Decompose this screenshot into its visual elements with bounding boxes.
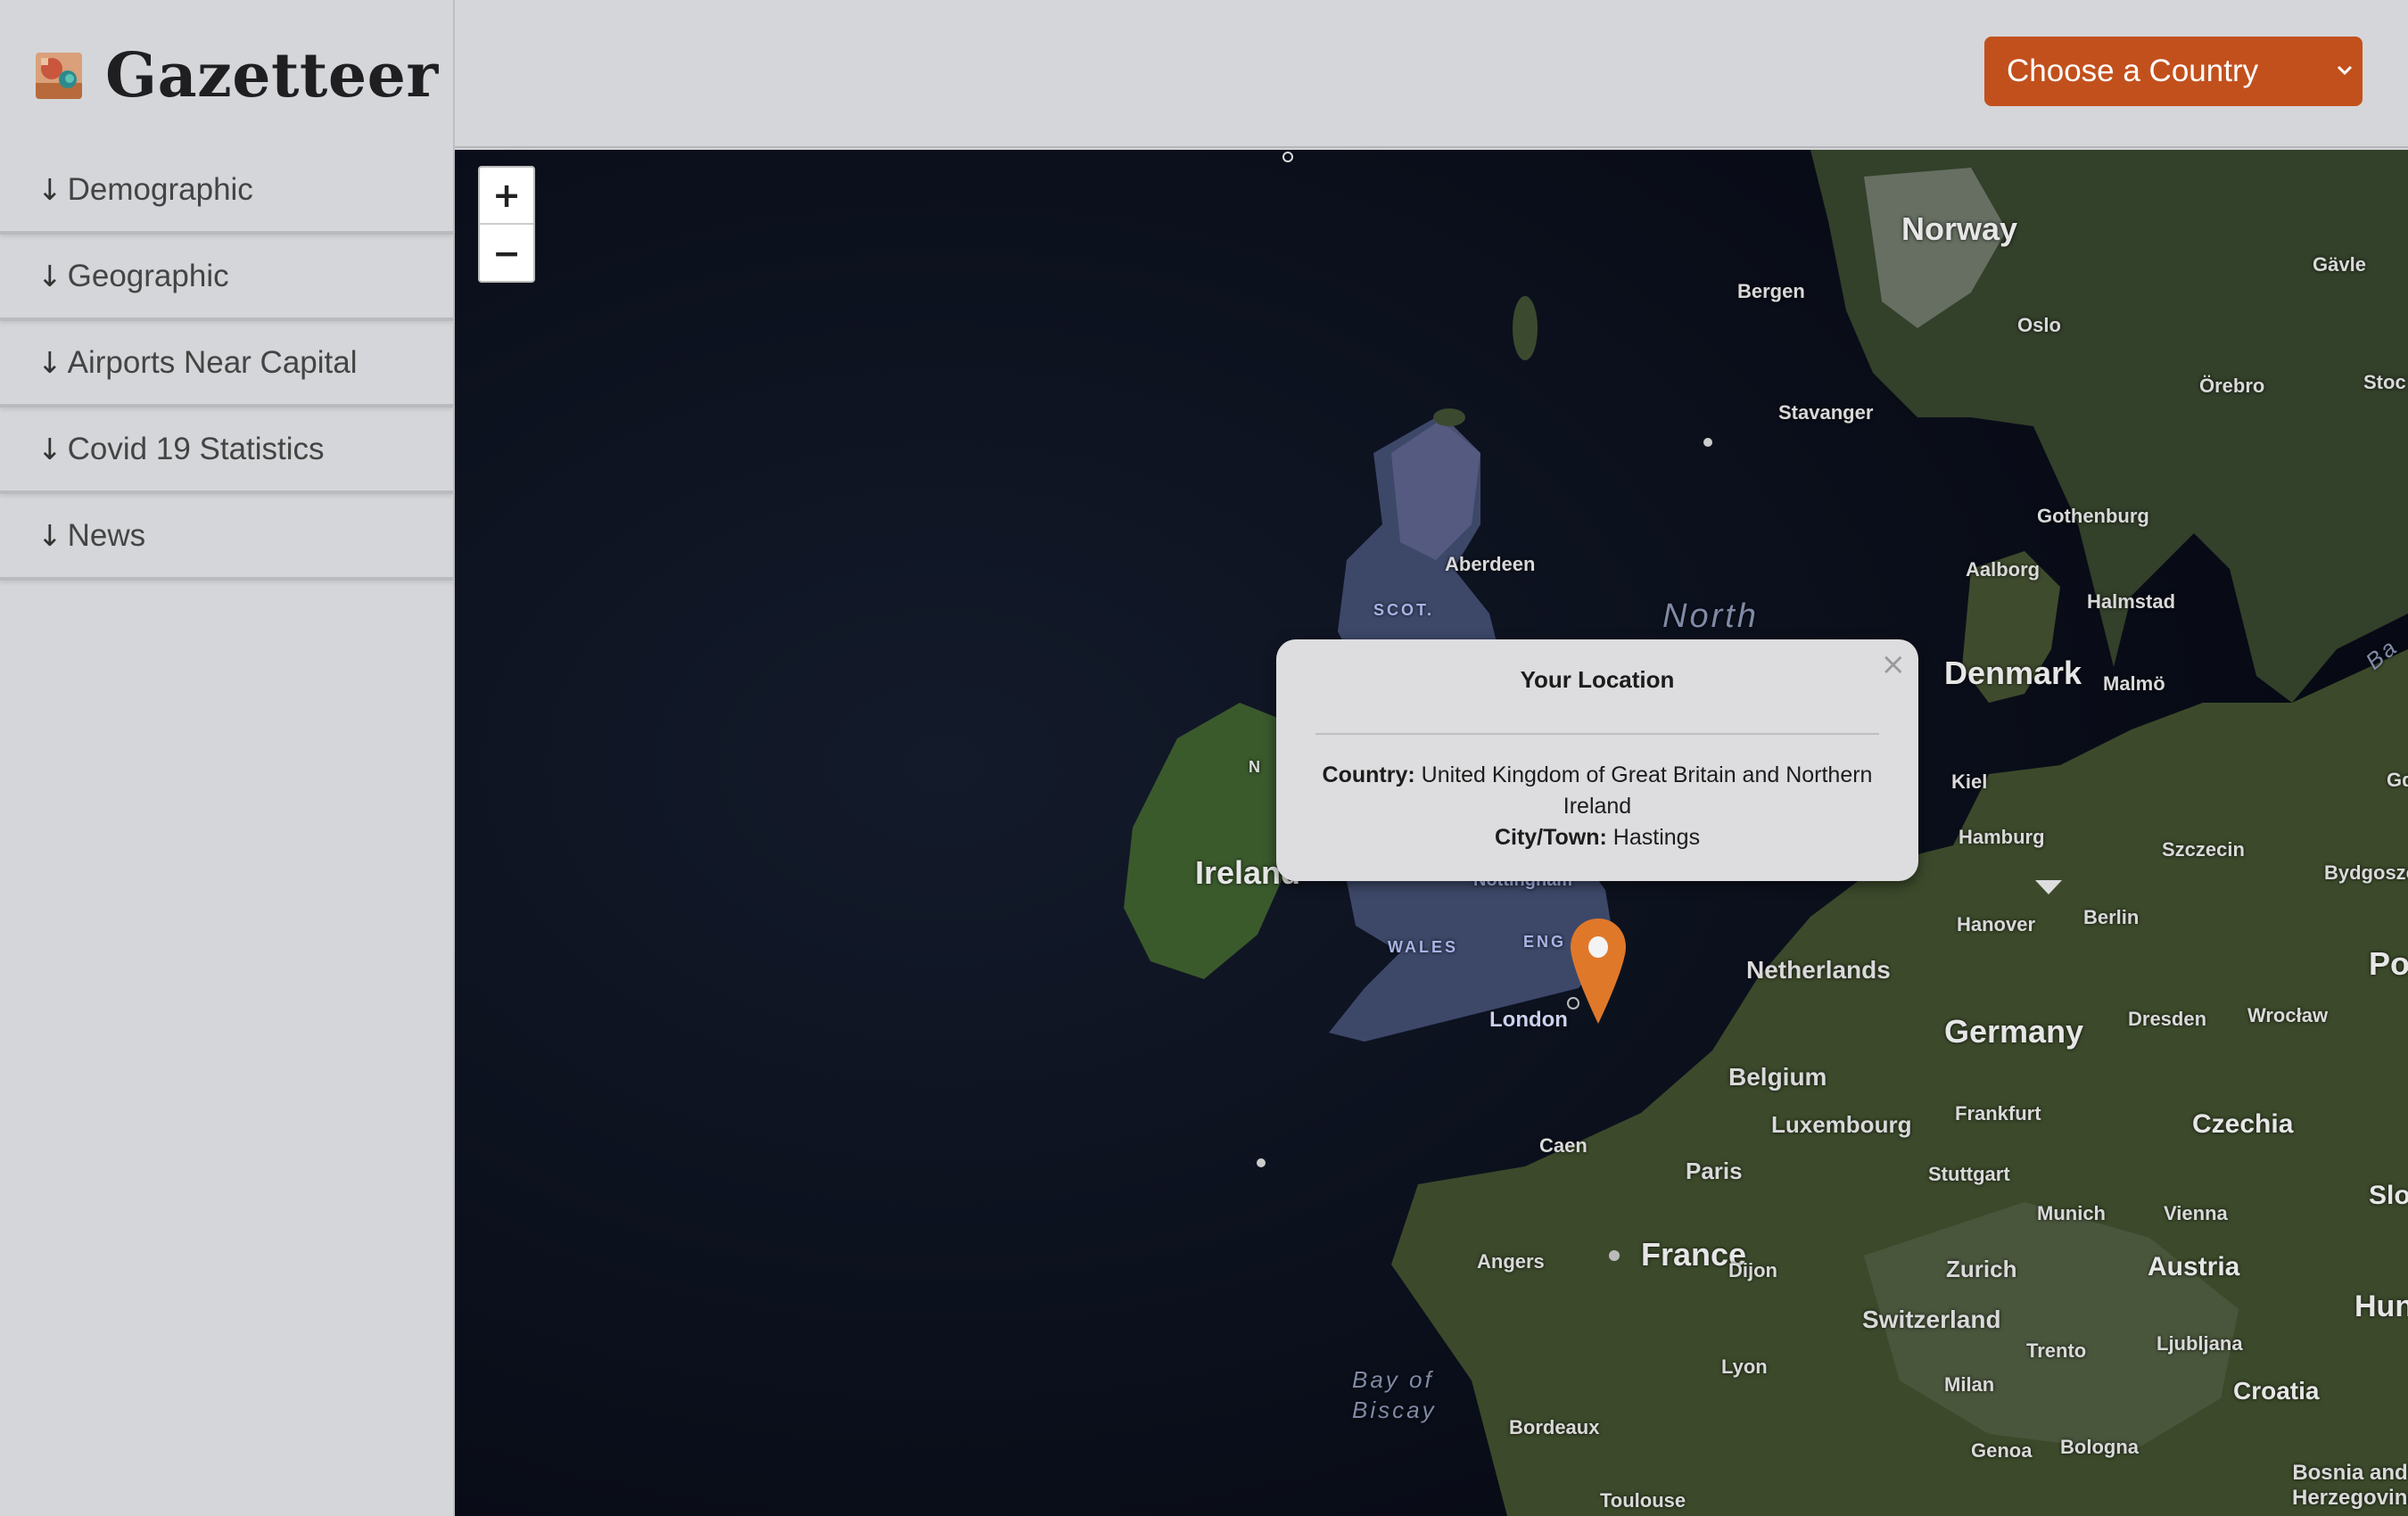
map-label-trento: Trento: [2026, 1339, 2087, 1362]
map-label-austria: Austria: [2148, 1252, 2240, 1281]
map-label-aberdeen: Aberdeen: [1445, 553, 1536, 575]
map-label-stoc: Stoc: [2363, 371, 2406, 393]
map-label-gdansk: Gdansk: [2387, 769, 2408, 791]
country-label: Country:: [1322, 762, 1415, 787]
map-label-czechia: Czechia: [2192, 1109, 2294, 1139]
map-label-norway: Norway: [1901, 210, 2018, 247]
popup-divider: [1315, 733, 1879, 735]
map-label-biscay: Biscay: [1352, 1397, 1437, 1423]
sidebar-item-geographic[interactable]: ↓ Geographic: [0, 235, 453, 321]
map-label-bydgoszcz: Bydgoszcz: [2324, 861, 2408, 884]
map-label-croatia: Croatia: [2233, 1377, 2320, 1405]
map-label-bordeaux: Bordeaux: [1509, 1416, 1600, 1438]
map-label-belgium: Belgium: [1728, 1063, 1827, 1091]
arrow-down-icon: ↓: [37, 172, 62, 207]
map-label-eng: ENG: [1523, 933, 1567, 951]
arrow-down-icon: ↓: [37, 518, 62, 553]
sidebar-item-label: Covid 19 Statistics: [67, 431, 325, 466]
sidebar-item-label: Demographic: [67, 171, 253, 207]
map-label-genoa: Genoa: [1971, 1439, 2033, 1462]
map-label-stavanger: Stavanger: [1778, 401, 1874, 424]
map-label-munich: Munich: [2037, 1202, 2106, 1224]
map-label-switzerland: Switzerland: [1862, 1306, 2001, 1333]
map-label-vienna: Vienna: [2164, 1202, 2228, 1224]
map-label-london: London: [1489, 1008, 1568, 1032]
map-label-netherlands: Netherlands: [1746, 956, 1891, 984]
globe-logo-icon: [36, 53, 82, 99]
map-label-wroclaw: Wrocław: [2247, 1004, 2329, 1026]
map-label-toulouse: Toulouse: [1600, 1489, 1686, 1512]
map-label-north-sea: North: [1662, 597, 1759, 635]
map-label-gavle: Gävle: [2313, 253, 2366, 276]
map-label-gothenburg: Gothenburg: [2037, 505, 2149, 527]
popup-body: Country: United Kingdom of Great Britain…: [1303, 760, 1892, 853]
map-label-zurich: Zurich: [1946, 1256, 2017, 1282]
country-select-value: Choose a Country: [2007, 54, 2259, 88]
map-label-kiel: Kiel: [1951, 770, 1988, 793]
brand: Gazetteer: [36, 27, 439, 125]
map-label-luxembourg: Luxembourg: [1771, 1111, 1912, 1138]
map-label-n: N: [1249, 758, 1260, 776]
map-label-germany: Germany: [1944, 1013, 2084, 1050]
arrow-down-icon: ↓: [37, 259, 62, 293]
map-label-bay-of: Bay of: [1352, 1366, 1434, 1393]
map-label-bosnia: Bosnia and Herzegovina: [2292, 1461, 2408, 1510]
map-label-angers: Angers: [1477, 1250, 1545, 1273]
app-title: Gazetteer: [105, 40, 439, 111]
city-value: Hastings: [1612, 825, 1701, 850]
sidebar: Gazetteer ↓ Demographic ↓ Geographic ↓ A…: [0, 0, 455, 1516]
sidebar-item-airports[interactable]: ↓ Airports Near Capital: [0, 321, 453, 408]
sidebar-menu: ↓ Demographic ↓ Geographic ↓ Airports Ne…: [0, 148, 453, 581]
map-view[interactable]: Norway Bergen Oslo Stavanger Gävle Örebr…: [455, 150, 2408, 1516]
map-label-denmark: Denmark: [1944, 655, 2082, 691]
chevron-down-icon: [2337, 65, 2353, 76]
sidebar-item-news[interactable]: ↓ News: [0, 494, 453, 581]
sidebar-item-demographic[interactable]: ↓ Demographic: [0, 148, 453, 235]
map-label-hun: Hun: [2354, 1289, 2408, 1323]
popup-country: Country: United Kingdom of Great Britain…: [1303, 760, 1892, 822]
map-label-malmo: Malmö: [2103, 672, 2165, 695]
map-label-berlin: Berlin: [2083, 906, 2140, 928]
map-label-hanover: Hanover: [1957, 913, 2036, 935]
zoom-in-button[interactable]: +: [480, 168, 533, 225]
country-value: United Kingdom of Great Britain and Nort…: [1421, 762, 1873, 819]
map-label-oslo: Oslo: [2017, 314, 2061, 336]
map-label-dresden: Dresden: [2128, 1008, 2207, 1030]
city-label: City/Town:: [1494, 825, 1607, 850]
map-label-bologna: Bologna: [2060, 1436, 2139, 1458]
top-bar: Choose a Country: [455, 0, 2408, 148]
map-label-caen: Caen: [1539, 1134, 1587, 1157]
map-label-milan: Milan: [1944, 1373, 1995, 1396]
map-label-frankfurt: Frankfurt: [1955, 1102, 2041, 1125]
map-label-ljubljana: Ljubljana: [2156, 1332, 2243, 1355]
zoom-out-button[interactable]: −: [480, 225, 533, 282]
map-label-halmstad: Halmstad: [2087, 590, 2176, 613]
sidebar-item-label: News: [67, 517, 146, 553]
map-label-bergen: Bergen: [1737, 280, 1805, 302]
map-label-orebro: Örebro: [2199, 375, 2265, 397]
map-label-dijon: Dijon: [1728, 1259, 1777, 1281]
map-label-lyon: Lyon: [1721, 1355, 1768, 1378]
zoom-control: + −: [478, 166, 535, 283]
map-label-aalborg: Aalborg: [1966, 558, 2041, 581]
map-label-slo: Slo: [2369, 1181, 2408, 1210]
map-label-pol: Pol: [2369, 945, 2408, 982]
popup-city: City/Town: Hastings: [1303, 822, 1892, 853]
map-label-wales: WALES: [1388, 938, 1459, 956]
map-label-stuttgart: Stuttgart: [1928, 1163, 2010, 1185]
arrow-down-icon: ↓: [37, 345, 62, 380]
map-label-scot: SCOT.: [1373, 601, 1435, 619]
sidebar-item-covid[interactable]: ↓ Covid 19 Statistics: [0, 408, 453, 494]
country-select[interactable]: Choose a Country: [1984, 37, 2363, 106]
popup-title: Your Location: [1520, 666, 1675, 693]
map-label-paris: Paris: [1686, 1158, 1743, 1184]
sidebar-item-label: Airports Near Capital: [67, 344, 358, 380]
map-label-hamburg: Hamburg: [1959, 826, 2045, 848]
popup-tip: [2035, 880, 2062, 894]
map-label-szczecin: Szczecin: [2162, 838, 2245, 861]
location-marker-icon[interactable]: [1569, 917, 1628, 1026]
sidebar-item-label: Geographic: [67, 258, 229, 293]
arrow-down-icon: ↓: [37, 432, 62, 466]
location-popup: × Your Location Country: United Kingdom …: [1276, 639, 1918, 881]
